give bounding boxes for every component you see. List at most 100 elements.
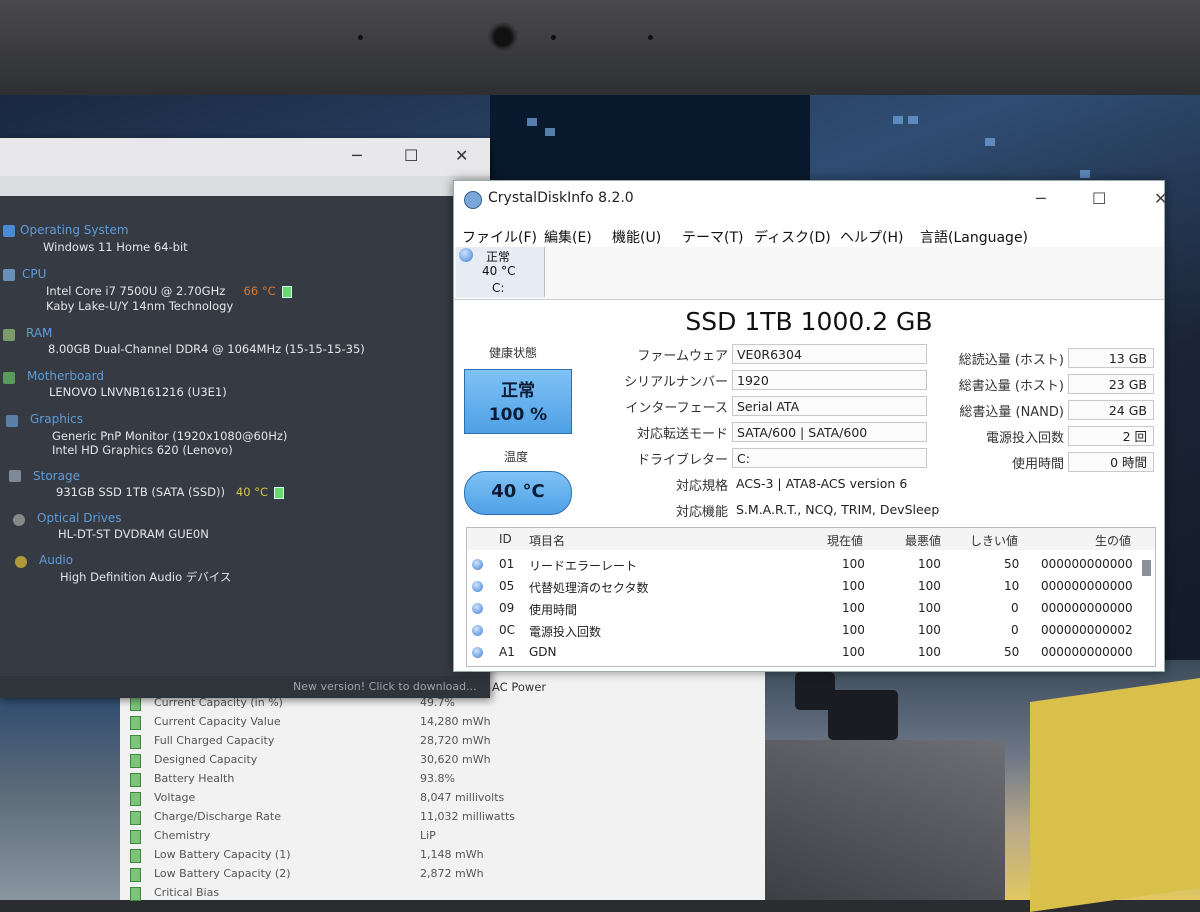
- battery-row-key: Critical Bias: [154, 886, 220, 899]
- row-threshold: 50: [1004, 557, 1020, 571]
- maximize-icon[interactable]: ☐: [1092, 189, 1106, 208]
- table-row[interactable]: 01 リードエラーレート 100 100 50 000000000000: [467, 554, 1137, 576]
- category-cpu[interactable]: CPU: [22, 267, 46, 281]
- battery-row: Low Battery Capacity (2) 2,872 mWh: [130, 865, 750, 883]
- minimize-icon[interactable]: ─: [1036, 189, 1046, 208]
- row-id: 05: [499, 579, 515, 593]
- battery-row-key: Designed Capacity: [154, 753, 258, 766]
- row-raw: 000000000000: [1041, 645, 1133, 659]
- health-status-badge[interactable]: 正常 100 %: [464, 369, 572, 434]
- smart-table[interactable]: ID 項目名 現在値 最悪値 しきい値 生の値 01 リードエラーレート 100…: [466, 527, 1156, 667]
- disk-selector-bar: 正常 40 °C C:: [454, 247, 1164, 300]
- info-label: 対応規格: [675, 479, 728, 494]
- category-graphics[interactable]: Graphics: [30, 412, 83, 426]
- crystaldiskinfo-logo-icon: [464, 191, 482, 209]
- menu-language[interactable]: 言語(Language): [920, 227, 1028, 247]
- row-id: A1: [499, 645, 515, 659]
- col-raw[interactable]: 生の値: [1095, 532, 1131, 549]
- battery-row-key: Battery Health: [154, 772, 235, 785]
- battery-row-icon: [130, 887, 141, 901]
- menu-function[interactable]: 機能(U): [612, 227, 661, 247]
- col-current[interactable]: 現在値: [827, 532, 863, 549]
- category-optical[interactable]: Optical Drives: [37, 511, 121, 525]
- serial-field: 1920: [732, 370, 927, 390]
- row-current: 100: [842, 579, 865, 593]
- temp-chip-icon: [281, 285, 292, 298]
- row-current: 100: [842, 601, 865, 615]
- temperature-badge[interactable]: 40 °C: [464, 471, 572, 515]
- interface-field: Serial ATA: [732, 396, 927, 416]
- table-row[interactable]: 05 代替処理済のセクタ数 100 100 10 000000000000: [467, 576, 1137, 598]
- battery-row-value: 8,047 millivolts: [420, 791, 505, 804]
- col-id[interactable]: ID: [499, 532, 512, 546]
- battery-row-icon: [130, 754, 141, 768]
- motherboard-icon: [3, 372, 15, 384]
- stat-label: 使用時間: [1011, 457, 1064, 472]
- power-on-hours-field: 0 時間: [1068, 452, 1154, 472]
- col-attribute[interactable]: 項目名: [529, 532, 565, 549]
- system-info-window: ─ ☐ ✕ Operating System Windows 11 Home 6…: [0, 138, 490, 698]
- disk-tab-c[interactable]: 正常 40 °C C:: [456, 247, 545, 297]
- menu-file[interactable]: ファイル(F): [462, 227, 537, 247]
- menu-edit[interactable]: 編集(E): [544, 227, 592, 247]
- windows-icon: [3, 225, 15, 237]
- update-link[interactable]: New version! Click to download...: [293, 680, 477, 693]
- menu-help[interactable]: ヘルプ(H): [840, 227, 903, 247]
- battery-row-value: 93.8%: [420, 772, 455, 785]
- health-status-text: 正常: [501, 381, 535, 401]
- table-row[interactable]: A1 GDN 100 100 50 000000000000: [467, 642, 1137, 664]
- transfer-mode-field: SATA/600 | SATA/600: [732, 422, 927, 442]
- menu-disk[interactable]: ディスク(D): [754, 227, 831, 247]
- category-motherboard[interactable]: Motherboard: [27, 369, 104, 383]
- smart-table-header: ID 項目名 現在値 最悪値 しきい値 生の値: [467, 528, 1155, 550]
- cpu-model: Intel Core i7 7500U @ 2.70GHz: [46, 284, 226, 298]
- battery-row: Voltage 8,047 millivolts: [130, 789, 750, 807]
- battery-row-icon: [130, 716, 141, 730]
- battery-row-key: Low Battery Capacity (2): [154, 867, 291, 880]
- row-raw: 000000000000: [1041, 579, 1133, 593]
- battery-row-value: 14,280 mWh: [420, 715, 491, 728]
- maximize-icon[interactable]: ☐: [404, 146, 418, 165]
- disk-tab-temp: 40 °C: [482, 264, 516, 278]
- col-threshold[interactable]: しきい値: [970, 532, 1018, 549]
- row-threshold: 0: [1011, 601, 1019, 615]
- battery-row-icon: [130, 697, 141, 711]
- row-worst: 100: [918, 645, 941, 659]
- battery-row: Designed Capacity 30,620 mWh: [130, 751, 750, 769]
- crystaldiskinfo-window: CrystalDiskInfo 8.2.0 ─ ☐ ✕ ファイル(F) 編集(E…: [453, 180, 1167, 672]
- cdi-titlebar: CrystalDiskInfo 8.2.0 ─ ☐ ✕: [454, 181, 1167, 219]
- close-icon[interactable]: ✕: [455, 146, 468, 165]
- close-icon[interactable]: ✕: [1154, 189, 1167, 208]
- nand-writes-field: 24 GB: [1068, 400, 1154, 420]
- motherboard-value: LENOVO LNVNB161216 (U3E1): [49, 385, 227, 399]
- table-row[interactable]: 0C 電源投入回数 100 100 0 000000000002: [467, 620, 1137, 642]
- menu-theme[interactable]: テーマ(T): [682, 227, 743, 247]
- row-worst: 100: [918, 557, 941, 571]
- col-worst[interactable]: 最悪値: [905, 532, 941, 549]
- row-threshold: 10: [1004, 579, 1020, 593]
- battery-row-value: 1,148 mWh: [420, 848, 484, 861]
- stat-label: 総書込量 (NAND): [959, 405, 1064, 420]
- status-good-icon: [472, 603, 483, 614]
- category-ram[interactable]: RAM: [26, 326, 52, 340]
- smart-table-scrollbar[interactable]: [1142, 560, 1151, 576]
- minimize-icon[interactable]: ─: [352, 146, 362, 165]
- table-row[interactable]: 09 使用時間 100 100 0 000000000000: [467, 598, 1137, 620]
- stat-label: 総読込量 (ホスト): [958, 353, 1064, 368]
- cpu-value: Intel Core i7 7500U @ 2.70GHz 66 °C: [46, 284, 292, 298]
- menu-bar: ファイル(F) 編集(E) 機能(U) テーマ(T) ディスク(D) ヘルプ(H…: [454, 223, 1164, 249]
- host-writes-field: 23 GB: [1068, 374, 1154, 394]
- optical-value: HL-DT-ST DVDRAM GUE0N: [58, 527, 209, 541]
- row-raw: 000000000002: [1041, 623, 1133, 637]
- category-audio[interactable]: Audio: [39, 553, 73, 567]
- battery-row: Chemistry LiP: [130, 827, 750, 845]
- category-os[interactable]: Operating System: [20, 223, 129, 237]
- battery-row-key: Chemistry: [154, 829, 211, 842]
- sysinfo-footer: New version! Click to download...: [0, 676, 490, 698]
- category-storage[interactable]: Storage: [33, 469, 80, 483]
- row-name: 使用時間: [529, 603, 578, 617]
- row-current: 100: [842, 623, 865, 637]
- temp-chip-icon: [274, 486, 284, 499]
- disk-tab-drive: C:: [492, 281, 505, 295]
- monitor-icon: [6, 415, 18, 427]
